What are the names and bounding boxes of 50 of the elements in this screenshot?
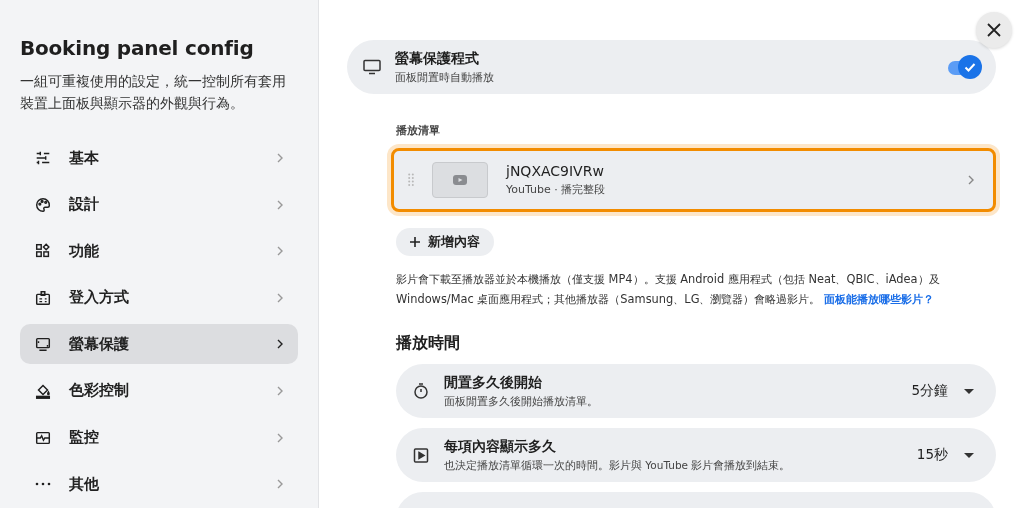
section-label: 播放清單 — [396, 124, 441, 138]
chevron-right-icon — [276, 384, 284, 397]
setting-subtitle: 也決定播放清單循環一次的時間。影片與 YouTube 影片會播放到結束。 — [444, 458, 792, 473]
close-button[interactable] — [976, 12, 1012, 48]
sidebar-item[interactable]: 螢幕保護 — [20, 324, 298, 365]
menu-item-icon — [34, 335, 52, 354]
setting-title: 閒置多久後開始 — [444, 373, 543, 392]
chevron-right-icon — [276, 152, 284, 164]
info-paragraph: 影片會下載至播放器並於本機播放（僅支援 MP4）。支援 Android 應用程式（包括 Neat、QBIC、iAdea）及 Windows/Mac 桌面應用程式；其他播放器（Samsung、LG、瀏覽器）會略過影片。 面板能播放哪些影片？ — [396, 271, 941, 308]
help-link[interactable]: 面板能播放哪些影片？ — [824, 291, 935, 306]
chevron-right-icon — [276, 478, 284, 491]
panel-description: 一組可重複使用的設定，統一控制所有套用裝置上面板與顯示器的外觀與行為。 — [20, 72, 287, 113]
chevron-right-icon — [967, 174, 975, 186]
setting-title: 每項內容顯示多久 — [444, 437, 557, 456]
menu-item-icon — [34, 149, 52, 167]
menu-item-icon — [34, 195, 52, 214]
close-icon — [987, 23, 1001, 37]
chevron-right-icon — [276, 291, 284, 304]
chevron-right-icon — [276, 245, 284, 258]
play-icon — [412, 446, 430, 464]
sidebar-item[interactable]: 色彩控制 — [20, 370, 298, 411]
menu-item-icon — [34, 482, 52, 487]
sidebar-item[interactable]: 監控 — [20, 417, 298, 458]
sidebar-item[interactable]: 基本 — [20, 138, 298, 178]
item-subtitle: YouTube · 播完整段 — [506, 182, 607, 197]
drag-handle-icon[interactable] — [408, 173, 414, 187]
item-title: jNQXAC9IVRw — [506, 163, 605, 179]
setting-title: 螢幕保護程式 — [395, 49, 480, 68]
value-dropdown[interactable]: 5分鐘 — [911, 382, 974, 400]
sidebar-item[interactable]: 設計 — [20, 184, 298, 225]
panel-title: Booking panel config — [20, 36, 255, 60]
plus-icon — [410, 237, 420, 247]
setting-subtitle: 面板閒置時自動播放 — [395, 70, 495, 85]
chevron-right-icon — [276, 338, 284, 351]
chevron-right-icon — [276, 431, 284, 444]
setting-subtitle: 面板閒置多久後開始播放清單。 — [444, 394, 599, 409]
sidebar-item[interactable]: 其他 — [20, 464, 298, 505]
caret-down-icon — [964, 388, 974, 394]
sidebar-item[interactable]: 登入方式 — [20, 277, 298, 318]
play-icon — [453, 175, 467, 185]
sidebar-item[interactable]: 功能 — [20, 231, 298, 272]
add-content-button[interactable]: 新增內容 — [396, 228, 494, 256]
timer-icon — [412, 382, 430, 400]
caret-down-icon — [964, 452, 974, 458]
value-dropdown[interactable]: 15秒 — [916, 446, 974, 464]
toggle-switch[interactable] — [948, 55, 982, 79]
chevron-right-icon — [276, 198, 284, 211]
monitor-icon — [363, 59, 381, 75]
section-heading: 播放時間 — [396, 333, 461, 354]
menu-item-icon — [34, 288, 52, 307]
